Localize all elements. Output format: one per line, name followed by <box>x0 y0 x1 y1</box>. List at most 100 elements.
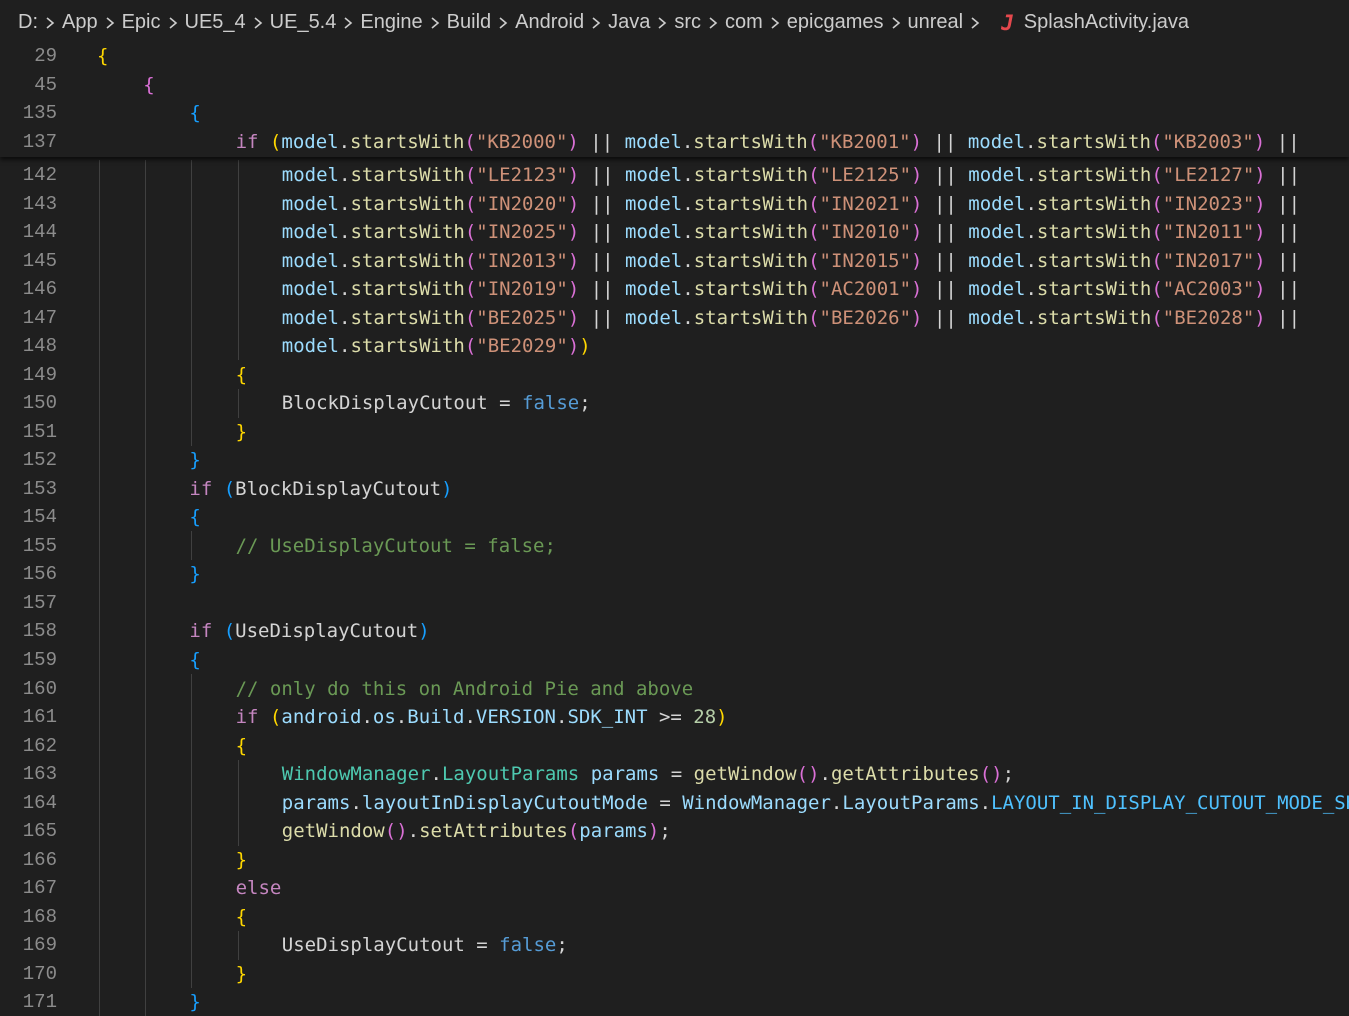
code-line[interactable]: 155 // UseDisplayCutout = false; <box>0 532 1349 560</box>
code-text: } <box>189 560 200 588</box>
breadcrumb-item[interactable]: Android <box>515 11 584 34</box>
code-line[interactable]: 135 { <box>0 99 1349 127</box>
breadcrumb-file-name[interactable]: SplashActivity.java <box>1024 11 1189 34</box>
code-token: if <box>235 131 270 153</box>
code-line[interactable]: 45 { <box>0 71 1349 99</box>
code-token: ) <box>716 706 728 729</box>
breadcrumb-item[interactable]: Engine <box>360 11 422 34</box>
code-token: ) <box>567 131 579 153</box>
breadcrumb-item[interactable]: Epic <box>122 11 161 34</box>
code-token: ; <box>556 934 568 957</box>
code-line[interactable]: 162 { <box>0 732 1349 760</box>
code-line[interactable]: 29 { <box>0 42 1349 70</box>
code-token: . <box>1025 221 1037 244</box>
code-token: startsWith <box>1036 131 1151 153</box>
code-line[interactable]: 169 UseDisplayCutout = false; <box>0 931 1349 959</box>
code-line[interactable]: 143 model.startsWith("IN2020") || model.s… <box>0 190 1349 218</box>
code-line[interactable]: 147 model.startsWith("BE2025") || model.s… <box>0 304 1349 332</box>
code-line[interactable]: 152} <box>0 446 1349 474</box>
code-line[interactable]: 148 model.startsWith("BE2029")) <box>0 332 1349 360</box>
code-line[interactable]: 159 { <box>0 646 1349 674</box>
code-token: UseDisplayCutout <box>281 934 465 957</box>
code-editor[interactable]: D: App Epic UE5_4 UE_5.4 Engine Build Android Ja… <box>0 0 1349 1016</box>
code-text: if (UseDisplayCutout) <box>189 617 429 645</box>
code-token: params <box>579 820 648 843</box>
line-number: 162 <box>22 734 57 757</box>
code-line[interactable]: 165 getWindow().setAttributes(params); <box>0 817 1349 845</box>
indent-guide <box>99 160 100 1016</box>
code-token: setAttributes <box>419 820 568 843</box>
line-number: 145 <box>22 249 57 272</box>
breadcrumb-item[interactable]: epicgames <box>787 11 884 34</box>
code-token: layoutInDisplayCutoutMode <box>361 791 648 814</box>
line-number: 170 <box>22 962 57 985</box>
code-token: { <box>235 363 248 386</box>
code-token: getWindow <box>693 763 797 786</box>
code-token: ( <box>464 221 477 244</box>
code-line[interactable]: 150 BlockDisplayCutout = false; <box>0 389 1349 417</box>
code-line[interactable]: 157 <box>0 589 1349 617</box>
code-line[interactable]: 167 else <box>0 874 1349 902</box>
code-line[interactable]: 168 { <box>0 903 1349 931</box>
code-token: || <box>922 306 969 329</box>
breadcrumb-item[interactable]: UE5_4 <box>185 11 246 34</box>
code-token: "IN2020" <box>476 192 568 215</box>
code-line[interactable]: 164 params.layoutInDisplayCutoutMode = Wi… <box>0 789 1349 817</box>
code-line[interactable]: 153 if (BlockDisplayCutout) <box>0 475 1349 503</box>
code-token: BlockDisplayCutout <box>281 392 488 415</box>
code-token: false <box>522 392 580 415</box>
code-line[interactable]: 144 model.startsWith("IN2025") || model.s… <box>0 218 1349 246</box>
code-line[interactable]: 149 { <box>0 361 1349 389</box>
code-token: if <box>189 620 224 643</box>
code-line[interactable]: 156} <box>0 560 1349 588</box>
code-token: { <box>189 649 201 671</box>
code-token: ( <box>464 335 477 358</box>
code-token: "BE2025" <box>476 306 568 329</box>
code-token: . <box>430 763 442 786</box>
code-line[interactable]: 170} <box>0 960 1349 988</box>
indent-guide <box>237 931 239 960</box>
code-line[interactable]: 161 if (android.os.Build.VERSION.SDK_INT … <box>0 703 1349 731</box>
breadcrumb-item[interactable]: src <box>674 11 701 34</box>
code-token: model <box>968 306 1026 329</box>
breadcrumb-item[interactable]: unreal <box>908 11 964 34</box>
code-text: { <box>236 903 247 931</box>
breadcrumb-item[interactable]: UE_5.4 <box>270 11 337 34</box>
code-line[interactable]: 154 { <box>0 503 1349 531</box>
code-line[interactable]: 137 if (model.startsWith("KB2000") || mod… <box>0 128 1349 156</box>
code-line[interactable]: 166} <box>0 846 1349 874</box>
code-token: . <box>1025 131 1037 153</box>
code-line[interactable]: 142 model.startsWith("LE2123") || model.s… <box>0 161 1349 189</box>
code-token: startsWith <box>350 192 465 215</box>
chevron-right-icon <box>884 11 908 34</box>
code-token: { <box>143 74 155 96</box>
code-token: ( <box>269 706 282 729</box>
breadcrumb-item[interactable]: D: <box>18 11 38 34</box>
line-number: 157 <box>22 591 57 614</box>
code-token: } <box>189 449 201 472</box>
code-line[interactable]: 160 // only do this on Android Pie and ab… <box>0 675 1349 703</box>
code-token: { <box>189 506 201 529</box>
code-token: startsWith <box>350 249 465 272</box>
code-line[interactable]: 171} <box>0 988 1349 1016</box>
code-token: || <box>922 221 969 244</box>
line-number: 144 <box>22 221 57 244</box>
code-text: UseDisplayCutout = false; <box>282 931 568 959</box>
breadcrumb-item[interactable]: Java <box>608 11 650 34</box>
breadcrumb-item[interactable]: App <box>62 11 98 34</box>
code-line[interactable]: 151} <box>0 418 1349 446</box>
breadcrumb-item[interactable]: Build <box>447 11 491 34</box>
code-line[interactable]: 145 model.startsWith("IN2013") || model.s… <box>0 247 1349 275</box>
code-token: . <box>979 791 992 814</box>
line-number: 166 <box>22 848 57 871</box>
code-line[interactable]: 146 model.startsWith("IN2019") || model.s… <box>0 275 1349 303</box>
code-token: model <box>281 278 339 301</box>
line-number: 135 <box>22 102 57 124</box>
code-token: () <box>979 763 1003 786</box>
code-token: startsWith <box>350 278 465 301</box>
code-token: WindowManager <box>281 763 431 786</box>
code-line[interactable]: 158 if (UseDisplayCutout) <box>0 617 1349 645</box>
code-token: "IN2019" <box>476 278 568 301</box>
code-line[interactable]: 163 WindowManager.LayoutParams params = g… <box>0 760 1349 788</box>
breadcrumb-item[interactable]: com <box>725 11 763 34</box>
